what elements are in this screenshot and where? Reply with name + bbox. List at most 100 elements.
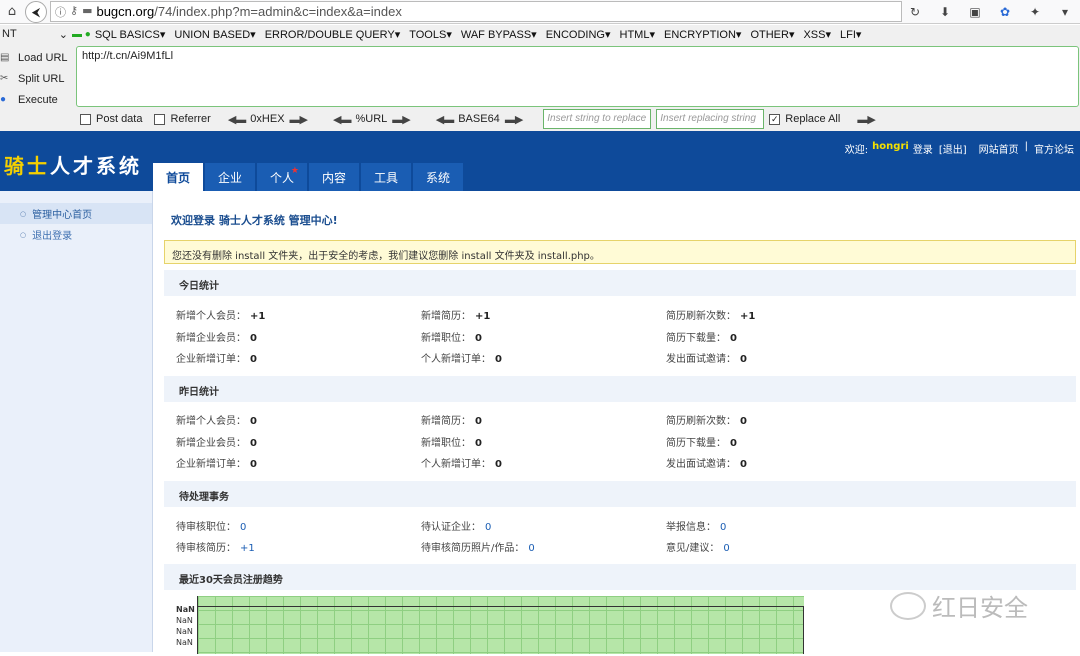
menu-chevron-icon[interactable]: ▾ bbox=[1050, 5, 1080, 19]
menu-other[interactable]: OTHER▾ bbox=[750, 28, 794, 41]
stats-row: 新增个人会员： +1 新增简历： +1 简历刷新次数： +1 bbox=[176, 311, 756, 322]
hex-encoder[interactable]: ◀▬ 0xHEX ▬▶ bbox=[223, 113, 312, 126]
user-bar: 欢迎: hongri 登录 [退出] 网站首页 | 官方论坛 bbox=[845, 141, 1080, 156]
hackbar-select-value: NT bbox=[2, 28, 17, 40]
base64-encoder[interactable]: ◀▬ BASE64 ▬▶ bbox=[431, 113, 528, 126]
info-icon[interactable]: ⓘ bbox=[55, 4, 66, 20]
tab-content[interactable]: 内容 bbox=[309, 163, 359, 191]
home-icon[interactable]: ⌂ bbox=[0, 1, 24, 23]
hackbar-menu: NT ⌄ ▬ ● SQL BASICS▾ UNION BASED▾ ERROR/D… bbox=[0, 25, 1080, 44]
split-url-button[interactable]: ✂ Split URL bbox=[0, 68, 72, 89]
pending-resumes-link[interactable]: +1 bbox=[240, 543, 255, 554]
tab-personal[interactable]: 个人 ★ bbox=[257, 163, 307, 191]
alert-star-icon: ★ bbox=[290, 166, 299, 176]
menu-error-double-query[interactable]: ERROR/DOUBLE QUERY▾ bbox=[265, 28, 401, 41]
insert-string-input[interactable]: Insert string to replace bbox=[543, 109, 652, 129]
tab-system[interactable]: 系统 bbox=[413, 163, 463, 191]
watermark-text: 红日安全 bbox=[932, 594, 1028, 622]
forum-link[interactable]: 官方论坛 bbox=[1034, 141, 1074, 156]
chevron-down-icon: ⌄ bbox=[58, 29, 68, 41]
separator: | bbox=[1024, 141, 1028, 152]
y-label: NaN bbox=[176, 605, 195, 614]
reports-link[interactable]: 0 bbox=[720, 522, 726, 533]
page-title: 欢迎登录 骑士人才系统 管理中心! bbox=[171, 214, 338, 227]
arrow-left-icon[interactable]: ◀▬ bbox=[333, 113, 351, 126]
main-tabs: 首页 企业 个人 ★ 内容 工具 系统 bbox=[153, 163, 463, 191]
chart-border bbox=[803, 606, 804, 654]
y-label: NaN bbox=[176, 638, 193, 647]
url-text[interactable]: bugcn.org/74/index.php?m=admin&c=index&a… bbox=[96, 4, 401, 19]
pending-heading: 待处理事务 bbox=[164, 481, 1076, 507]
tab-home[interactable]: 首页 bbox=[153, 163, 203, 191]
arrow-left-icon[interactable]: ◀▬ bbox=[436, 113, 454, 126]
chart-line bbox=[197, 606, 804, 607]
login-link[interactable]: 登录 bbox=[913, 141, 933, 156]
pending-row: 待审核职位： 0 待认证企业： 0 举报信息： 0 bbox=[176, 522, 727, 533]
registration-trend-chart: NaN NaN NaN NaN bbox=[176, 596, 806, 656]
key-icon: ⚷ bbox=[70, 3, 79, 17]
sidebar-item-admin-home[interactable]: ○ 管理中心首页 bbox=[0, 203, 152, 224]
arrow-right-icon[interactable]: ▬▶ bbox=[392, 113, 410, 126]
pending-companies-link[interactable]: 0 bbox=[485, 522, 491, 533]
replacing-string-input[interactable]: Insert replacing string bbox=[656, 109, 765, 129]
extension-icon[interactable]: ✿ bbox=[990, 5, 1020, 19]
feedback-link[interactable]: 0 bbox=[723, 543, 729, 554]
stats-row: 企业新增订单： 0 个人新增订单： 0 发出面试邀请： 0 bbox=[176, 459, 747, 470]
menu-waf-bypass[interactable]: WAF BYPASS▾ bbox=[461, 28, 537, 41]
hackbar-select[interactable]: NT ⌄ bbox=[0, 28, 68, 41]
download-icon[interactable]: ⬇ bbox=[930, 5, 960, 19]
back-button[interactable]: ⮜ bbox=[25, 1, 47, 23]
menu-sql-basics[interactable]: SQL BASICS▾ bbox=[95, 28, 166, 41]
site-home-link[interactable]: 网站首页 bbox=[979, 141, 1019, 156]
sidebar-icon[interactable]: ▣ bbox=[960, 5, 990, 19]
url-encoder[interactable]: ◀▬ %URL ▬▶ bbox=[328, 113, 415, 126]
menu-encryption[interactable]: ENCRYPTION▾ bbox=[664, 28, 741, 41]
replace-all-checkbox[interactable]: ✓ bbox=[769, 113, 781, 125]
referrer-option[interactable]: Referrer bbox=[154, 113, 211, 125]
execute-button[interactable]: ● Execute bbox=[0, 89, 72, 110]
load-url-button[interactable]: ▤ Load URL bbox=[0, 47, 72, 68]
url-path: /74/index.php?m=admin&c=index&a=index bbox=[154, 4, 402, 19]
arrow-right-icon[interactable]: ▬▶ bbox=[290, 113, 308, 126]
menu-lfi[interactable]: LFI▾ bbox=[840, 28, 861, 41]
stats-row: 新增个人会员： 0 新增简历： 0 简历刷新次数： 0 bbox=[176, 416, 747, 427]
hackbar-options: Post data Referrer ◀▬ 0xHEX ▬▶ ◀▬ %URL ▬▶ ◀▬… bbox=[80, 109, 880, 129]
stats-row: 企业新增订单： 0 个人新增订单： 0 发出面试邀请： 0 bbox=[176, 354, 747, 365]
arrow-left-icon[interactable]: ◀▬ bbox=[228, 113, 246, 126]
chart-y-labels: NaN NaN NaN NaN bbox=[176, 604, 195, 648]
y-label: NaN bbox=[176, 627, 193, 636]
menu-union-based[interactable]: UNION BASED▾ bbox=[174, 28, 255, 41]
menu-tools[interactable]: TOOLS▾ bbox=[409, 28, 452, 41]
post-data-checkbox[interactable] bbox=[80, 113, 91, 125]
hackbar-panel: ▤ Load URL ✂ Split URL ● Execute http://t.c… bbox=[0, 44, 1080, 131]
replace-arrow-icon[interactable]: ▬▶ bbox=[857, 113, 875, 126]
today-stats-heading: 今日统计 bbox=[164, 270, 1076, 296]
tab-tools[interactable]: 工具 bbox=[361, 163, 411, 191]
bullet-icon: ○ bbox=[20, 209, 27, 218]
post-data-option[interactable]: Post data bbox=[80, 113, 142, 125]
sidebar-item-logout[interactable]: ○ 退出登录 bbox=[0, 224, 152, 245]
watermark: 红日安全 bbox=[890, 588, 1028, 623]
trend-heading: 最近30天会员注册趋势 bbox=[164, 564, 1076, 590]
pending-jobs-link[interactable]: 0 bbox=[240, 522, 246, 533]
menu-xss[interactable]: XSS▾ bbox=[803, 28, 831, 41]
address-bar[interactable]: ⓘ ⚷ ▬ bugcn.org/74/index.php?m=admin&c=i… bbox=[50, 1, 902, 22]
menu-encoding[interactable]: ENCODING▾ bbox=[546, 28, 611, 41]
menu-html[interactable]: HTML▾ bbox=[620, 28, 655, 41]
reload-icon[interactable]: ↻ bbox=[900, 5, 930, 19]
username: hongri bbox=[872, 141, 909, 152]
pending-photos-link[interactable]: 0 bbox=[528, 543, 534, 554]
browser-right-icons: ↻ ⬇ ▣ ✿ ✦ ▾ bbox=[900, 0, 1080, 24]
main-content: 欢迎登录 骑士人才系统 管理中心! 您还没有删除 install 文件夹，出于安… bbox=[158, 196, 1080, 654]
referrer-checkbox[interactable] bbox=[154, 113, 166, 125]
hackbar-url-textarea[interactable]: http://t.cn/Ai9M1fLl bbox=[76, 46, 1079, 107]
execute-icon: ● bbox=[0, 94, 7, 105]
tab-company[interactable]: 企业 bbox=[205, 163, 255, 191]
chart-plot-area bbox=[197, 596, 804, 654]
extension-2-icon[interactable]: ✦ bbox=[1020, 5, 1050, 19]
arrow-right-icon[interactable]: ▬▶ bbox=[505, 113, 523, 126]
replace-all-option[interactable]: ✓ Replace All bbox=[769, 113, 840, 125]
logout-link[interactable]: [退出] bbox=[939, 141, 967, 156]
status-dots-icon: ▬ ● bbox=[72, 29, 91, 40]
stats-row: 新增企业会员： 0 新增职位： 0 简历下载量： 0 bbox=[176, 333, 737, 344]
